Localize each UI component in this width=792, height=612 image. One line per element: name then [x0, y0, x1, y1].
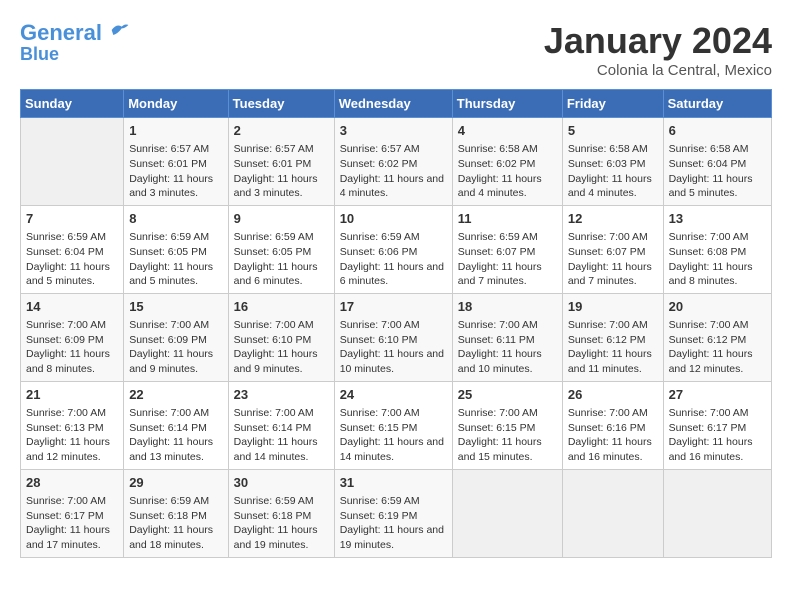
calendar-cell: 16Sunrise: 7:00 AMSunset: 6:10 PMDayligh…: [228, 293, 334, 381]
day-number: 5: [568, 122, 658, 140]
day-number: 11: [458, 210, 557, 228]
day-number: 10: [340, 210, 447, 228]
day-number: 6: [669, 122, 766, 140]
weekday-header-saturday: Saturday: [663, 90, 771, 118]
day-number: 4: [458, 122, 557, 140]
day-number: 31: [340, 474, 447, 492]
calendar-cell: 25Sunrise: 7:00 AMSunset: 6:15 PMDayligh…: [452, 381, 562, 469]
calendar-cell: [663, 469, 771, 557]
calendar-cell: 12Sunrise: 7:00 AMSunset: 6:07 PMDayligh…: [562, 205, 663, 293]
weekday-header-row: SundayMondayTuesdayWednesdayThursdayFrid…: [21, 90, 772, 118]
week-row-3: 14Sunrise: 7:00 AMSunset: 6:09 PMDayligh…: [21, 293, 772, 381]
weekday-header-tuesday: Tuesday: [228, 90, 334, 118]
weekday-header-friday: Friday: [562, 90, 663, 118]
day-number: 17: [340, 298, 447, 316]
calendar-cell: 28Sunrise: 7:00 AMSunset: 6:17 PMDayligh…: [21, 469, 124, 557]
logo-bird-icon: [110, 20, 130, 40]
day-number: 18: [458, 298, 557, 316]
logo-text-blue: Blue: [20, 45, 130, 65]
calendar-cell: 21Sunrise: 7:00 AMSunset: 6:13 PMDayligh…: [21, 381, 124, 469]
day-number: 20: [669, 298, 766, 316]
day-number: 27: [669, 386, 766, 404]
weekday-header-wednesday: Wednesday: [334, 90, 452, 118]
page-header: General Blue January 2024 Colonia la Cen…: [20, 20, 772, 79]
calendar-cell: 29Sunrise: 6:59 AMSunset: 6:18 PMDayligh…: [124, 469, 228, 557]
day-number: 3: [340, 122, 447, 140]
month-title: January 2024: [544, 20, 772, 62]
day-number: 16: [234, 298, 329, 316]
calendar-cell: [562, 469, 663, 557]
calendar-cell: 11Sunrise: 6:59 AMSunset: 6:07 PMDayligh…: [452, 205, 562, 293]
calendar-cell: 18Sunrise: 7:00 AMSunset: 6:11 PMDayligh…: [452, 293, 562, 381]
day-number: 21: [26, 386, 118, 404]
calendar-cell: 1Sunrise: 6:57 AMSunset: 6:01 PMDaylight…: [124, 118, 228, 206]
calendar-cell: 4Sunrise: 6:58 AMSunset: 6:02 PMDaylight…: [452, 118, 562, 206]
calendar-cell: 22Sunrise: 7:00 AMSunset: 6:14 PMDayligh…: [124, 381, 228, 469]
calendar-cell: 27Sunrise: 7:00 AMSunset: 6:17 PMDayligh…: [663, 381, 771, 469]
calendar-cell: 30Sunrise: 6:59 AMSunset: 6:18 PMDayligh…: [228, 469, 334, 557]
calendar-cell: 5Sunrise: 6:58 AMSunset: 6:03 PMDaylight…: [562, 118, 663, 206]
location-subtitle: Colonia la Central, Mexico: [544, 62, 772, 79]
day-number: 28: [26, 474, 118, 492]
calendar-cell: 26Sunrise: 7:00 AMSunset: 6:16 PMDayligh…: [562, 381, 663, 469]
calendar-cell: 9Sunrise: 6:59 AMSunset: 6:05 PMDaylight…: [228, 205, 334, 293]
calendar-cell: 19Sunrise: 7:00 AMSunset: 6:12 PMDayligh…: [562, 293, 663, 381]
day-number: 19: [568, 298, 658, 316]
calendar-cell: 3Sunrise: 6:57 AMSunset: 6:02 PMDaylight…: [334, 118, 452, 206]
day-number: 22: [129, 386, 222, 404]
calendar-cell: 8Sunrise: 6:59 AMSunset: 6:05 PMDaylight…: [124, 205, 228, 293]
calendar-cell: 14Sunrise: 7:00 AMSunset: 6:09 PMDayligh…: [21, 293, 124, 381]
day-number: 23: [234, 386, 329, 404]
day-number: 14: [26, 298, 118, 316]
day-number: 29: [129, 474, 222, 492]
calendar-cell: [452, 469, 562, 557]
calendar-cell: 31Sunrise: 6:59 AMSunset: 6:19 PMDayligh…: [334, 469, 452, 557]
week-row-1: 1Sunrise: 6:57 AMSunset: 6:01 PMDaylight…: [21, 118, 772, 206]
day-number: 30: [234, 474, 329, 492]
calendar-cell: 10Sunrise: 6:59 AMSunset: 6:06 PMDayligh…: [334, 205, 452, 293]
day-number: 1: [129, 122, 222, 140]
calendar-table: SundayMondayTuesdayWednesdayThursdayFrid…: [20, 89, 772, 558]
day-number: 15: [129, 298, 222, 316]
calendar-cell: 24Sunrise: 7:00 AMSunset: 6:15 PMDayligh…: [334, 381, 452, 469]
week-row-4: 21Sunrise: 7:00 AMSunset: 6:13 PMDayligh…: [21, 381, 772, 469]
title-block: January 2024 Colonia la Central, Mexico: [544, 20, 772, 79]
calendar-cell: 2Sunrise: 6:57 AMSunset: 6:01 PMDaylight…: [228, 118, 334, 206]
weekday-header-monday: Monday: [124, 90, 228, 118]
day-number: 9: [234, 210, 329, 228]
day-number: 13: [669, 210, 766, 228]
day-number: 7: [26, 210, 118, 228]
calendar-cell: [21, 118, 124, 206]
calendar-cell: 23Sunrise: 7:00 AMSunset: 6:14 PMDayligh…: [228, 381, 334, 469]
calendar-cell: 13Sunrise: 7:00 AMSunset: 6:08 PMDayligh…: [663, 205, 771, 293]
logo: General Blue: [20, 20, 130, 65]
day-number: 2: [234, 122, 329, 140]
weekday-header-thursday: Thursday: [452, 90, 562, 118]
weekday-header-sunday: Sunday: [21, 90, 124, 118]
calendar-cell: 6Sunrise: 6:58 AMSunset: 6:04 PMDaylight…: [663, 118, 771, 206]
calendar-cell: 20Sunrise: 7:00 AMSunset: 6:12 PMDayligh…: [663, 293, 771, 381]
day-number: 12: [568, 210, 658, 228]
day-number: 25: [458, 386, 557, 404]
calendar-cell: 17Sunrise: 7:00 AMSunset: 6:10 PMDayligh…: [334, 293, 452, 381]
day-number: 26: [568, 386, 658, 404]
week-row-2: 7Sunrise: 6:59 AMSunset: 6:04 PMDaylight…: [21, 205, 772, 293]
week-row-5: 28Sunrise: 7:00 AMSunset: 6:17 PMDayligh…: [21, 469, 772, 557]
day-number: 8: [129, 210, 222, 228]
logo-text-general: General: [20, 20, 102, 45]
calendar-cell: 15Sunrise: 7:00 AMSunset: 6:09 PMDayligh…: [124, 293, 228, 381]
calendar-cell: 7Sunrise: 6:59 AMSunset: 6:04 PMDaylight…: [21, 205, 124, 293]
day-number: 24: [340, 386, 447, 404]
